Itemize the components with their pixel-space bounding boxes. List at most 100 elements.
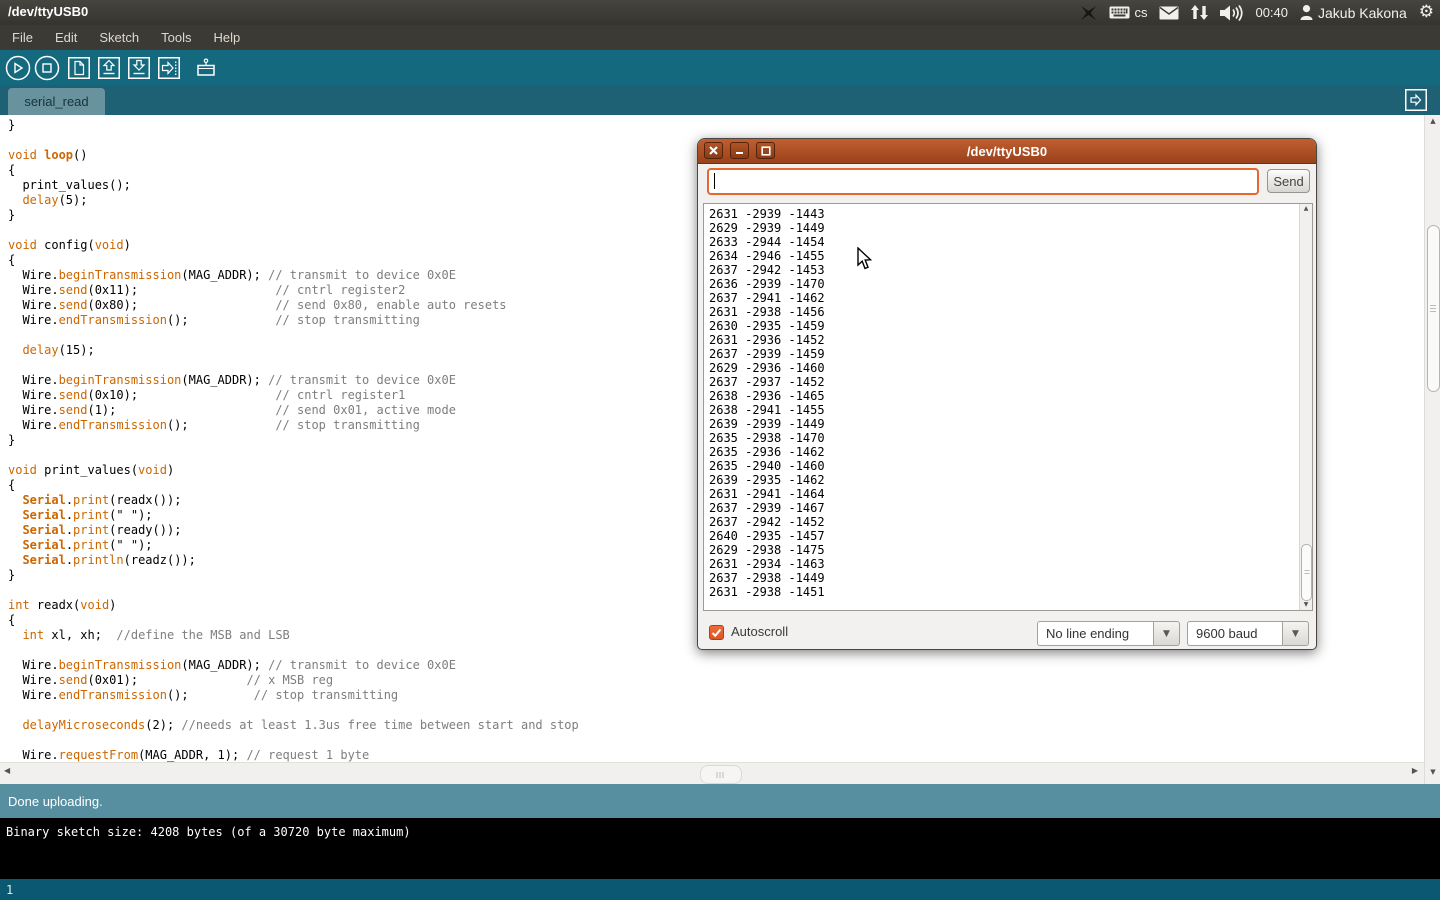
serial-row: 2631 -2941 -1464 xyxy=(709,487,1312,501)
line-ending-dropdown-button[interactable]: ▼ xyxy=(1153,621,1180,646)
serial-row: 2630 -2935 -1459 xyxy=(709,319,1312,333)
status-message: Done uploading. xyxy=(8,794,103,809)
stop-button[interactable] xyxy=(34,55,60,81)
code-line: Wire.requestFrom(MAG_ADDR, 1); // reques… xyxy=(8,748,1424,762)
autoscroll-label[interactable]: Autoscroll xyxy=(731,624,788,639)
line-number-bar: 1 xyxy=(0,879,1440,900)
scroll-up-icon[interactable]: ▲ xyxy=(1425,117,1440,125)
serial-row: 2635 -2936 -1462 xyxy=(709,445,1312,459)
close-icon xyxy=(710,147,717,154)
serial-scroll-thumb[interactable] xyxy=(1301,544,1312,601)
serial-scrollbar[interactable]: ▲ ▼ xyxy=(1299,204,1312,610)
maximize-button[interactable] xyxy=(756,142,775,159)
serial-row: 2629 -2938 -1475 xyxy=(709,543,1312,557)
serial-row: 2638 -2941 -1455 xyxy=(709,403,1312,417)
chevron-down-icon: ▼ xyxy=(1292,629,1299,639)
new-tab-button[interactable] xyxy=(1405,89,1427,111)
menubar: File Edit Sketch Tools Help xyxy=(0,25,1440,50)
serial-row: 2640 -2935 -1457 xyxy=(709,529,1312,543)
serial-row: 2636 -2939 -1470 xyxy=(709,277,1312,291)
editor-hscroll-thumb[interactable] xyxy=(700,765,742,784)
menu-help[interactable]: Help xyxy=(202,25,251,50)
toolbar xyxy=(0,50,1440,85)
session-gear-icon[interactable]: ⚙ xyxy=(1419,0,1434,25)
verify-button[interactable] xyxy=(5,55,31,81)
menu-sketch[interactable]: Sketch xyxy=(88,25,150,50)
serial-row: 2631 -2934 -1463 xyxy=(709,557,1312,571)
send-button[interactable]: Send xyxy=(1267,169,1310,193)
status-bar: Done uploading. xyxy=(0,784,1440,818)
menu-file[interactable]: File xyxy=(1,25,44,50)
serial-output-area[interactable]: 2631 -2939 -14432629 -2939 -14492633 -29… xyxy=(703,203,1313,611)
serial-row: 2633 -2944 -1454 xyxy=(709,235,1312,249)
network-arrows-icon[interactable] xyxy=(1191,5,1208,20)
new-sketch-button[interactable] xyxy=(68,57,90,79)
line-ending-select[interactable]: No line ending ▼ xyxy=(1037,621,1180,646)
serial-row: 2637 -2939 -1467 xyxy=(709,501,1312,515)
baud-rate-value[interactable]: 9600 baud xyxy=(1187,621,1282,646)
serial-row: 2631 -2939 -1443 xyxy=(709,207,1312,221)
serial-row: 2635 -2940 -1460 xyxy=(709,459,1312,473)
serial-row: 2631 -2938 -1456 xyxy=(709,305,1312,319)
open-sketch-button[interactable] xyxy=(98,57,120,79)
serial-row: 2637 -2938 -1449 xyxy=(709,571,1312,585)
scroll-left-icon[interactable]: ◀ xyxy=(4,766,10,775)
editor-vscroll-thumb[interactable] xyxy=(1427,225,1440,392)
code-line xyxy=(8,703,1424,718)
code-line: Wire.send(0x01); // x MSB reg xyxy=(8,673,1424,688)
upload-button[interactable] xyxy=(158,57,180,79)
serial-monitor-titlebar[interactable]: /dev/ttyUSB0 xyxy=(698,139,1316,164)
build-console: Binary sketch size: 4208 bytes (of a 307… xyxy=(0,818,1440,879)
tab-serial-read[interactable]: serial_read xyxy=(8,88,105,115)
serial-monitor-title: /dev/ttyUSB0 xyxy=(698,139,1316,163)
keyboard-layout-indicator[interactable]: cs xyxy=(1134,5,1147,20)
save-sketch-button[interactable] xyxy=(128,57,150,79)
baud-dropdown-button[interactable]: ▼ xyxy=(1282,621,1309,646)
maximize-icon xyxy=(762,147,770,155)
serial-row: 2631 -2938 -1451 xyxy=(709,585,1312,599)
serial-row: 2637 -2937 -1452 xyxy=(709,375,1312,389)
autoscroll-checkbox[interactable] xyxy=(709,625,724,640)
serial-row: 2637 -2939 -1459 xyxy=(709,347,1312,361)
keyboard-icon[interactable] xyxy=(1109,6,1130,19)
scroll-down-icon[interactable]: ▼ xyxy=(1425,768,1440,776)
menu-edit[interactable]: Edit xyxy=(44,25,88,50)
minimize-button[interactable] xyxy=(730,142,749,159)
line-ending-value[interactable]: No line ending xyxy=(1037,621,1153,646)
serial-row: 2639 -2935 -1462 xyxy=(709,473,1312,487)
line-number: 1 xyxy=(6,883,13,897)
serial-row: 2635 -2938 -1470 xyxy=(709,431,1312,445)
active-window-title: /dev/ttyUSB0 xyxy=(8,4,88,19)
screen: /dev/ttyUSB0 cs 00:40 xyxy=(0,0,1440,900)
serial-row: 2629 -2936 -1460 xyxy=(709,361,1312,375)
code-line xyxy=(8,733,1424,748)
editor-vertical-scrollbar[interactable]: ▲ ▼ xyxy=(1424,115,1440,784)
checkmark-icon xyxy=(713,629,721,635)
serial-input[interactable] xyxy=(707,168,1259,195)
code-line: Wire.beginTransmission(MAG_ADDR); // tra… xyxy=(8,658,1424,673)
close-button[interactable] xyxy=(704,142,723,159)
code-line: Wire.endTransmission(); // stop transmit… xyxy=(8,688,1424,703)
console-line: Binary sketch size: 4208 bytes (of a 307… xyxy=(6,825,411,839)
serial-rows: 2631 -2939 -14432629 -2939 -14492633 -29… xyxy=(704,204,1312,599)
mail-icon[interactable] xyxy=(1159,6,1179,20)
tab-bar: serial_read xyxy=(0,85,1440,115)
serial-scroll-up-icon[interactable]: ▲ xyxy=(1300,205,1312,213)
user-icon xyxy=(1300,5,1313,20)
serial-row: 2638 -2936 -1465 xyxy=(709,389,1312,403)
editor-horizontal-scrollbar[interactable]: ◀ ▶ xyxy=(0,762,1424,785)
serial-scroll-down-icon[interactable]: ▼ xyxy=(1300,601,1312,609)
chevron-down-icon: ▼ xyxy=(1163,629,1170,639)
notification-app-icon[interactable] xyxy=(1080,5,1097,21)
serial-row: 2637 -2942 -1452 xyxy=(709,515,1312,529)
code-line: delayMicroseconds(2); //needs at least 1… xyxy=(8,718,1424,733)
serial-row: 2629 -2939 -1449 xyxy=(709,221,1312,235)
text-caret xyxy=(714,173,715,189)
scroll-right-icon[interactable]: ▶ xyxy=(1412,766,1418,775)
clock[interactable]: 00:40 xyxy=(1255,5,1288,20)
username[interactable]: Jakub Kakona xyxy=(1318,5,1407,21)
baud-rate-select[interactable]: 9600 baud ▼ xyxy=(1187,621,1309,646)
serial-monitor-button[interactable] xyxy=(195,57,217,79)
volume-icon[interactable] xyxy=(1220,5,1243,21)
menu-tools[interactable]: Tools xyxy=(150,25,202,50)
